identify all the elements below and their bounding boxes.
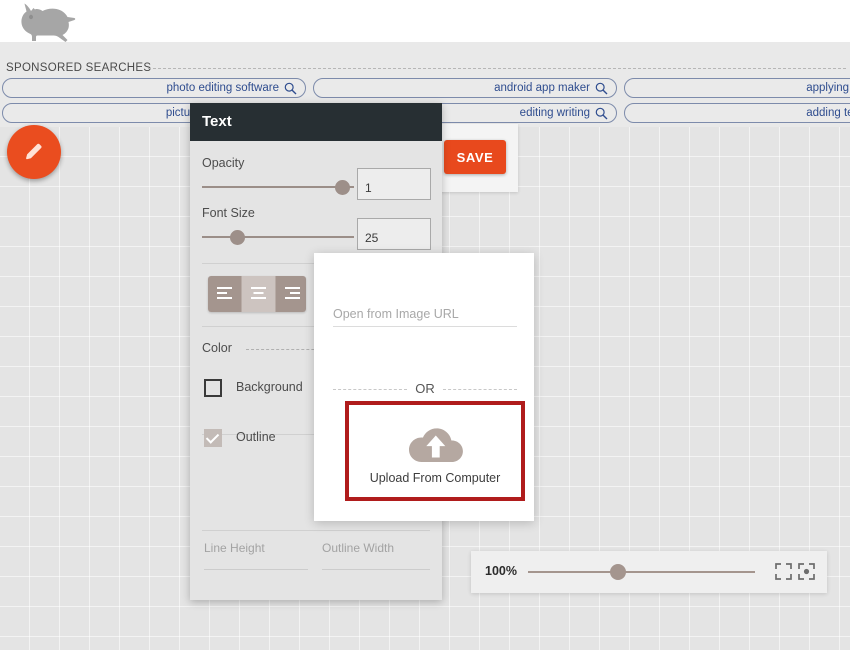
panel-divider	[202, 530, 430, 531]
font-size-value-input[interactable]	[357, 218, 431, 250]
outline-width-field[interactable]: Outline Width	[322, 541, 430, 587]
save-card: SAVE	[432, 124, 518, 192]
checkbox-checked-icon[interactable]	[204, 429, 222, 447]
bear-logo-icon	[18, 2, 90, 44]
font-size-control: Font Size	[190, 206, 442, 256]
magnifier-icon	[595, 82, 608, 95]
sponsored-searches-rule	[148, 68, 846, 70]
font-size-slider-track[interactable]	[202, 236, 354, 238]
ad-link-adding-text-to-photos[interactable]: adding text to photos	[624, 103, 850, 123]
ad-link-label: photo editing software	[166, 82, 279, 94]
ad-link-label: android app maker	[494, 82, 590, 94]
or-rule-right	[443, 389, 517, 390]
magnifier-icon	[595, 107, 608, 120]
edit-fab-button[interactable]	[7, 125, 61, 179]
background-checkbox-label: Background	[236, 380, 303, 394]
ad-link-android-app-maker[interactable]: android app maker	[313, 78, 617, 98]
upload-from-computer-button[interactable]: Upload From Computer	[345, 401, 525, 501]
outline-width-underline	[322, 569, 430, 570]
outline-checkbox-label: Outline	[236, 430, 276, 444]
align-left-icon[interactable]	[208, 276, 242, 312]
ad-link-label: adding text to photos	[806, 107, 850, 119]
ad-link-photo-editing-software[interactable]: photo editing software	[2, 78, 306, 98]
font-size-slider-thumb[interactable]	[230, 230, 245, 245]
or-separator: OR	[333, 381, 517, 397]
magnifier-icon	[284, 82, 297, 95]
opacity-value-input[interactable]	[357, 168, 431, 200]
text-panel-header: Text	[190, 103, 442, 141]
color-label: Color	[202, 341, 232, 355]
ad-link-label: applying for passport	[806, 82, 850, 94]
text-panel-title: Text	[202, 113, 232, 130]
image-url-input[interactable]	[333, 301, 517, 327]
opacity-slider-thumb[interactable]	[335, 180, 350, 195]
zoom-percent-label: 100%	[485, 564, 517, 578]
zoom-slider-track[interactable]	[528, 571, 755, 573]
open-image-dialog: OR Upload From Computer	[314, 253, 534, 521]
or-rule-left	[333, 389, 407, 390]
app-root: SPONSORED SEARCHES photo editing softwar…	[0, 0, 850, 650]
zoom-control-bar: 100%	[471, 551, 827, 593]
text-alignment-group	[208, 276, 306, 312]
opacity-label: Opacity	[202, 156, 245, 170]
line-height-underline	[204, 569, 308, 570]
align-center-icon[interactable]	[242, 276, 276, 312]
focus-center-icon[interactable]	[798, 563, 815, 580]
save-button[interactable]: SAVE	[444, 140, 506, 174]
line-height-field[interactable]: Line Height	[204, 541, 308, 587]
line-height-label: Line Height	[204, 541, 265, 555]
outline-width-label: Outline Width	[322, 541, 395, 555]
checkbox-unchecked-icon[interactable]	[204, 379, 222, 397]
zoom-slider-thumb[interactable]	[610, 564, 626, 580]
opacity-slider-track[interactable]	[202, 186, 354, 188]
ad-link-applying-for-passport[interactable]: applying for passport	[624, 78, 850, 98]
or-label: OR	[409, 381, 441, 396]
font-size-label: Font Size	[202, 206, 255, 220]
fit-to-screen-icon[interactable]	[775, 563, 792, 580]
cloud-upload-icon	[403, 417, 467, 474]
sponsored-searches-label: SPONSORED SEARCHES	[6, 62, 152, 74]
align-right-icon[interactable]	[276, 276, 306, 312]
opacity-control: Opacity	[190, 156, 442, 206]
logo-strip	[0, 0, 850, 42]
upload-from-computer-label: Upload From Computer	[369, 471, 501, 485]
ad-link-label: editing writing	[519, 107, 590, 119]
